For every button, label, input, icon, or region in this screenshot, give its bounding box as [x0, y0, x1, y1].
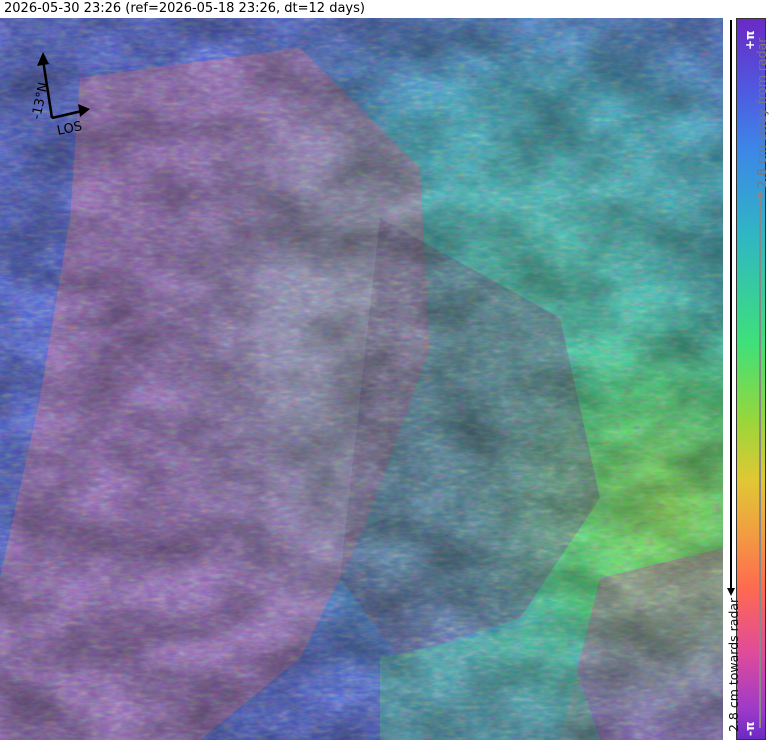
interferogram-map: -13°N LOS	[0, 18, 723, 740]
away-arrow-icon	[756, 190, 764, 728]
towards-radar-label: 2.8 cm towards radar	[726, 597, 741, 732]
towards-arrow-icon	[727, 20, 735, 596]
map-title: 2026-05-30 23:26 (ref=2026-05-18 23:26, …	[4, 1, 365, 16]
away-from-radar-label: 2.8 cm away from radar	[754, 37, 769, 188]
